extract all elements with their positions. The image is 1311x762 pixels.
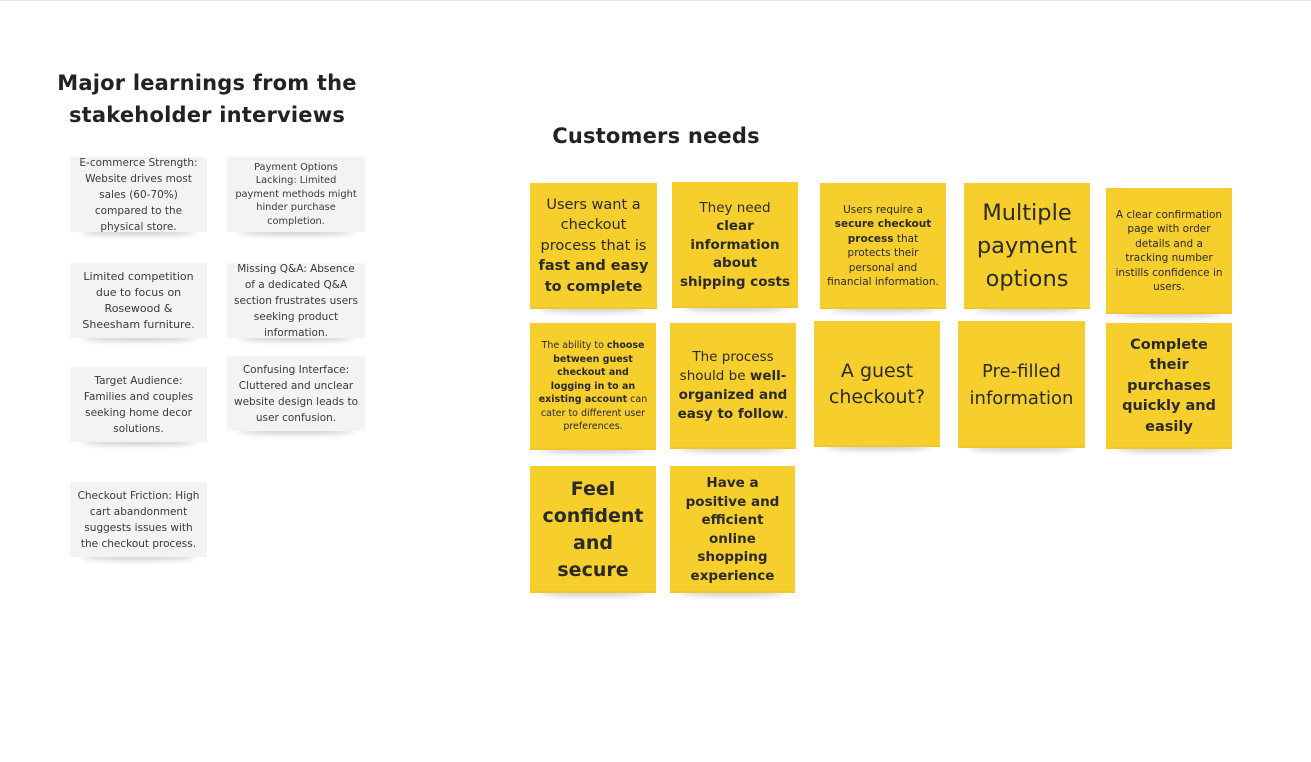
learning-note-text: Target Audience: Families and couples se…	[83, 374, 194, 435]
learning-note-confusing-interface[interactable]: Confusing Interface: Cluttered and uncle…	[227, 356, 365, 431]
need-note-text: Users want a checkout process that is fa…	[538, 196, 649, 295]
need-note-text: Users require a secure checkout process …	[827, 203, 939, 289]
need-note-confident-secure[interactable]: Feel confident and secure	[530, 466, 656, 593]
need-note-well-organized[interactable]: The process should be well-organized and…	[670, 323, 796, 449]
need-note-text: Multiple payment options	[976, 199, 1078, 292]
learning-note-ecommerce-strength[interactable]: E-commerce Strength: Website drives most…	[70, 156, 207, 233]
need-note-text: They need clear information about shippi…	[679, 199, 790, 290]
need-note-text: The ability to choose between guest chec…	[538, 340, 648, 433]
learning-note-limited-competition[interactable]: Limited competition due to focus on Rose…	[70, 263, 207, 338]
need-note-secure-checkout[interactable]: Users require a secure checkout process …	[820, 183, 946, 309]
learning-note-text: E-commerce Strength: Website drives most…	[79, 156, 198, 233]
learning-note-text: Limited competition due to focus on Rose…	[82, 269, 195, 331]
learning-note-payment-options[interactable]: Payment Options Lacking: Limited payment…	[227, 157, 365, 232]
need-note-text: Feel confident and secure	[542, 477, 644, 581]
need-note-text: Have a positive and efficient online sho…	[685, 475, 780, 584]
learning-note-text: Confusing Interface: Cluttered and uncle…	[233, 363, 358, 424]
need-note-text: A guest checkout?	[828, 360, 926, 408]
need-note-positive-experience[interactable]: Have a positive and efficient online sho…	[670, 466, 795, 593]
need-note-complete-quickly[interactable]: Complete their purchases quickly and eas…	[1106, 323, 1232, 449]
need-note-guest-checkout[interactable]: A guest checkout?	[814, 321, 940, 447]
need-note-confirmation-page[interactable]: A clear confirmation page with order det…	[1106, 188, 1232, 314]
need-note-fast-checkout[interactable]: Users want a checkout process that is fa…	[530, 183, 657, 309]
need-note-text: Pre-filled information	[969, 360, 1074, 409]
need-note-guest-or-login[interactable]: The ability to choose between guest chec…	[530, 323, 656, 450]
learning-note-text: Payment Options Lacking: Limited payment…	[235, 161, 357, 227]
need-note-shipping-costs[interactable]: They need clear information about shippi…	[672, 182, 798, 308]
need-note-text: A clear confirmation page with order det…	[1115, 208, 1223, 294]
learning-note-target-audience[interactable]: Target Audience: Families and couples se…	[70, 367, 207, 442]
need-note-multiple-payment-options[interactable]: Multiple payment options	[964, 183, 1090, 309]
need-note-text: Complete their purchases quickly and eas…	[1122, 336, 1216, 435]
learning-note-text: Missing Q&A: Absence of a dedicated Q&A …	[234, 262, 358, 339]
learning-note-text: Checkout Friction: High cart abandonment…	[77, 489, 200, 550]
need-note-text: The process should be well-organized and…	[677, 349, 789, 422]
learning-note-checkout-friction[interactable]: Checkout Friction: High cart abandonment…	[70, 482, 207, 557]
learnings-heading: Major learnings from the stakeholder int…	[57, 71, 357, 127]
customer-needs-heading: Customers needs	[552, 124, 760, 148]
canvas-top-border	[0, 0, 1311, 1]
learning-note-missing-qa[interactable]: Missing Q&A: Absence of a dedicated Q&A …	[227, 262, 365, 339]
need-note-pre-filled-information[interactable]: Pre-filled information	[958, 321, 1085, 448]
